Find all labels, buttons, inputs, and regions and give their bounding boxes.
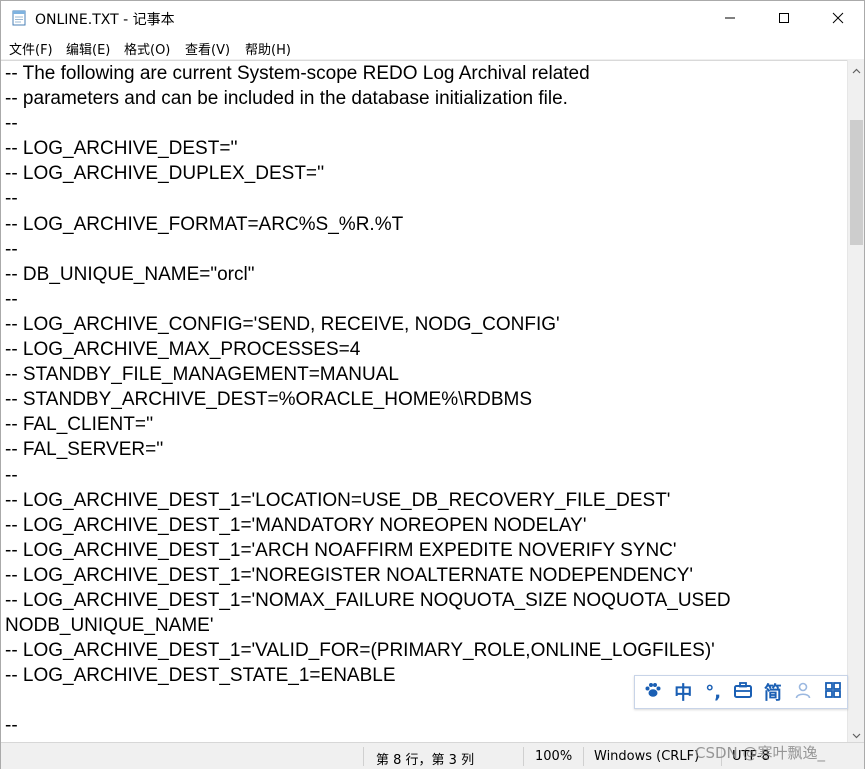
window-title: ONLINE.TXT - 记事本 [35, 12, 175, 28]
text-line[interactable]: -- LOG_ARCHIVE_DEST_1='ARCH NOAFFIRM EXP… [5, 538, 731, 563]
minimize-icon [724, 9, 736, 28]
menu-bar: 文件(F) 编辑(E) 格式(O) 查看(V) 帮助(H) [1, 35, 864, 60]
scroll-thumb[interactable] [850, 120, 863, 245]
grid-icon [824, 681, 842, 703]
zoom-level: 100% [535, 749, 573, 764]
ime-toolbox-button[interactable] [729, 677, 758, 707]
ime-script-toggle[interactable]: 简 [758, 677, 787, 707]
ime-logo-button[interactable] [639, 677, 668, 707]
text-line[interactable]: -- [5, 186, 731, 211]
chevron-down-icon [852, 724, 861, 743]
text-line[interactable]: -- LOG_ARCHIVE_DEST_1='VALID_FOR=(PRIMAR… [5, 638, 731, 663]
ime-language-toggle[interactable]: 中 [669, 677, 698, 707]
title-bar[interactable]: ONLINE.TXT - 记事本 [1, 1, 864, 35]
ime-language-label: 中 [674, 683, 693, 704]
chevron-up-icon [852, 59, 861, 78]
scroll-down-button[interactable] [848, 725, 865, 742]
ime-punctuation-toggle[interactable]: °, [699, 677, 728, 707]
text-line[interactable]: -- STANDBY_ARCHIVE_DEST=%ORACLE_HOME%\RD… [5, 387, 731, 412]
text-line[interactable]: -- STANDBY_FILE_MANAGEMENT=MANUAL [5, 362, 731, 387]
text-line[interactable]: -- [5, 713, 731, 738]
close-icon [832, 9, 844, 28]
user-icon [794, 681, 812, 703]
editor-content[interactable]: -- The following are current System-scop… [5, 61, 731, 739]
maximize-icon [778, 9, 790, 28]
text-line[interactable]: -- [5, 237, 731, 262]
text-line[interactable]: -- LOG_ARCHIVE_DEST_1='NOMAX_FAILURE NOQ… [5, 588, 731, 613]
ime-menu-button[interactable] [818, 677, 847, 707]
minimize-button[interactable] [703, 1, 757, 35]
paw-icon [643, 680, 663, 704]
text-line[interactable]: -- LOG_ARCHIVE_DEST_1='NOREGISTER NOALTE… [5, 563, 731, 588]
vertical-scrollbar[interactable] [847, 60, 864, 742]
text-line[interactable]: -- FAL_SERVER='' [5, 437, 731, 462]
watermark: CSDN @寒叶飘逸_ [695, 744, 826, 762]
menu-format[interactable]: 格式(O) [124, 39, 170, 58]
ime-punctuation-label: °, [705, 681, 722, 703]
scroll-up-button[interactable] [848, 60, 865, 77]
text-editor[interactable]: -- The following are current System-scop… [1, 60, 847, 742]
text-line[interactable]: -- DB_UNIQUE_NAME="orcl" [5, 262, 731, 287]
ime-script-label: 简 [763, 683, 782, 704]
text-line[interactable]: -- [5, 111, 731, 136]
notepad-window: ONLINE.TXT - 记事本 文件(F) 编辑(E) 格式(O) 查看(V)… [0, 0, 865, 769]
text-line[interactable]: -- LOG_ARCHIVE_DUPLEX_DEST='' [5, 161, 731, 186]
status-divider [523, 747, 524, 766]
close-button[interactable] [811, 1, 865, 35]
text-line[interactable]: -- LOG_ARCHIVE_DEST_STATE_1=ENABLE [5, 663, 731, 688]
ime-user-button[interactable] [788, 677, 817, 707]
menu-help[interactable]: 帮助(H) [245, 39, 291, 58]
menu-view[interactable]: 查看(V) [185, 39, 230, 58]
toolbox-icon [733, 681, 753, 703]
menu-file[interactable]: 文件(F) [9, 39, 53, 58]
ime-toolbar: 中 °, 简 [634, 675, 848, 709]
text-line[interactable]: -- LOG_ARCHIVE_DEST_1='LOCATION=USE_DB_R… [5, 488, 731, 513]
text-line[interactable]: -- LOG_ARCHIVE_FORMAT=ARC%S_%R.%T [5, 212, 731, 237]
notepad-icon [11, 10, 27, 26]
cursor-position: 第 8 行，第 3 列 [376, 753, 475, 768]
text-line[interactable]: -- FAL_CLIENT='' [5, 412, 731, 437]
text-line[interactable]: NODB_UNIQUE_NAME' [5, 613, 731, 638]
text-line[interactable]: -- LOG_ARCHIVE_DEST_1='MANDATORY NOREOPE… [5, 513, 731, 538]
maximize-button[interactable] [757, 1, 811, 35]
menu-edit[interactable]: 编辑(E) [66, 39, 110, 58]
text-line[interactable]: -- LOG_ARCHIVE_CONFIG='SEND, RECEIVE, NO… [5, 312, 731, 337]
line-ending: Windows (CRLF) [594, 749, 700, 764]
text-line[interactable]: -- [5, 287, 731, 312]
text-line[interactable]: -- LOG_ARCHIVE_DEST='' [5, 136, 731, 161]
status-divider [583, 747, 584, 766]
text-line[interactable]: -- LOG_ARCHIVE_MAX_PROCESSES=4 [5, 337, 731, 362]
text-line[interactable] [5, 688, 731, 713]
status-divider [363, 747, 364, 766]
text-line[interactable]: -- [5, 463, 731, 488]
text-line[interactable]: -- The following are current System-scop… [5, 61, 731, 86]
text-line[interactable]: -- parameters and can be included in the… [5, 86, 731, 111]
